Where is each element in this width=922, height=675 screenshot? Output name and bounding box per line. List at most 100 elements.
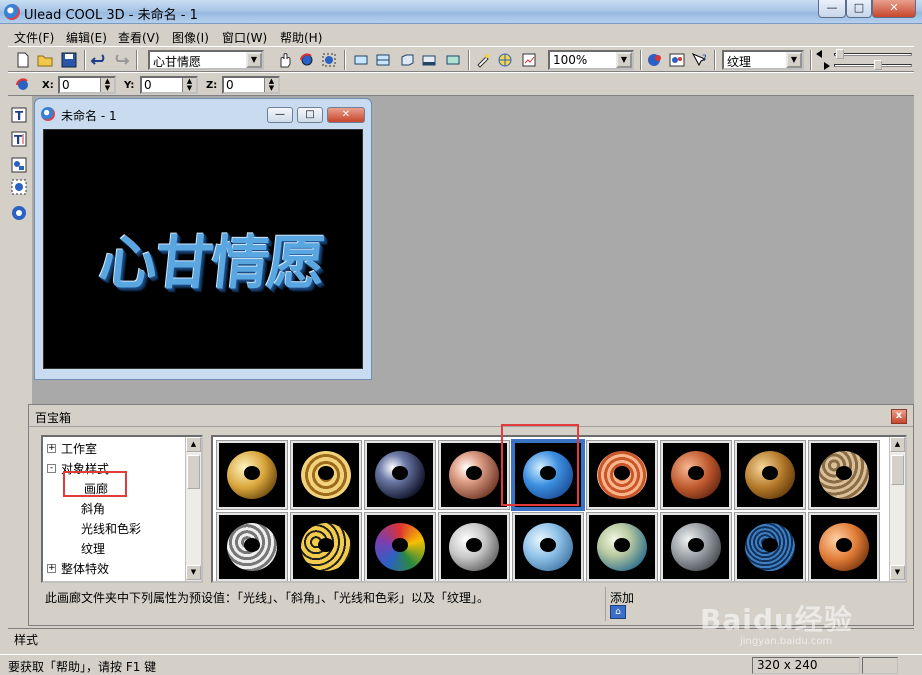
menu-window[interactable]: 窗口(W) xyxy=(222,29,267,46)
thumbnail-copper[interactable] xyxy=(438,440,510,510)
thumbnail-leopard[interactable] xyxy=(290,512,362,581)
watermark-url: jingyan.baidu.com xyxy=(740,636,833,647)
slider-thumb-bottom[interactable] xyxy=(874,60,882,70)
thumbnail-rainbow[interactable] xyxy=(364,512,436,581)
help-pointer-icon[interactable]: ? xyxy=(690,51,708,69)
background-icon[interactable] xyxy=(668,51,686,69)
add-to-library-icon[interactable]: ⌂ xyxy=(610,605,626,619)
chevron-down-icon: ▼ xyxy=(246,52,262,68)
chevron-down-icon: ▼ xyxy=(786,52,802,68)
spin-arrows-icon[interactable]: ▲ ▼ xyxy=(182,78,196,92)
close-button[interactable]: ✕ xyxy=(872,0,916,18)
preset-description: 此画廊文件夹中下列属性为预设值：「光线」、「斜角」、「光线和色彩」以及「纹理」。 xyxy=(45,591,490,605)
object-color-icon[interactable] xyxy=(646,51,664,69)
view-bottom-icon[interactable] xyxy=(420,51,438,69)
z-input[interactable]: 0 ▲ ▼ xyxy=(222,76,280,94)
thumbnail-steel-holes[interactable] xyxy=(216,512,288,581)
coordinate-toolbar: X: 0 ▲ ▼ Y: 0 ▲ ▼ Z: 0 ▲ ▼ xyxy=(8,72,914,96)
position-tool-icon[interactable] xyxy=(14,76,32,94)
menu-image[interactable]: 图像(I) xyxy=(172,29,209,46)
thumbnail-dark-chrome[interactable] xyxy=(364,440,436,510)
thumbnail-gold-ridged[interactable] xyxy=(290,440,362,510)
y-label: Y: xyxy=(124,80,135,91)
scroll-thumb[interactable] xyxy=(187,455,200,489)
new-file-icon[interactable] xyxy=(14,51,32,69)
menu-help[interactable]: 帮助(H) xyxy=(280,29,322,46)
select-object-icon[interactable] xyxy=(10,178,28,196)
panel-close-button[interactable]: x xyxy=(891,409,907,424)
thumbnail-sky-blue[interactable] xyxy=(512,512,584,581)
view-back-icon[interactable] xyxy=(444,51,462,69)
thumbnail-terracotta[interactable] xyxy=(660,440,732,510)
ring-preview-icon xyxy=(523,451,573,499)
scroll-down-icon[interactable]: ▼ xyxy=(890,565,905,580)
tree-item-texture[interactable]: 纹理 xyxy=(81,540,105,557)
tree-item-bevel[interactable]: 斜角 xyxy=(81,500,105,517)
styles-tab[interactable]: 样式 xyxy=(14,631,38,648)
text-object-select[interactable]: 心甘情愿 ▼ xyxy=(148,50,264,70)
thumbnail-orange-rings[interactable] xyxy=(586,440,658,510)
insert-shape-icon[interactable] xyxy=(10,156,28,174)
tree-item-gallery[interactable]: 画廊 xyxy=(81,480,111,497)
attribute-select[interactable]: 纹理 ▼ xyxy=(722,50,804,70)
tree-item-overall-effects[interactable]: 整体特效 xyxy=(61,560,109,577)
slider-track-bottom[interactable] xyxy=(834,64,912,67)
scroll-down-icon[interactable]: ▼ xyxy=(186,565,201,580)
rotate-object-icon[interactable] xyxy=(298,51,316,69)
menu-view[interactable]: 查看(V) xyxy=(118,29,160,46)
slider-track-top[interactable] xyxy=(834,53,912,56)
slider-thumb-top[interactable] xyxy=(836,49,844,59)
y-input[interactable]: 0 ▲ ▼ xyxy=(140,76,198,94)
tree-item-studio[interactable]: 工作室 xyxy=(61,440,97,457)
spin-arrows-icon[interactable]: ▲ ▼ xyxy=(100,78,114,92)
doc-maximize-button[interactable]: □ xyxy=(297,107,323,123)
globe-icon[interactable] xyxy=(496,51,514,69)
app-icon xyxy=(4,4,20,20)
thumbnail-silver[interactable] xyxy=(438,512,510,581)
maximize-button[interactable]: □ xyxy=(846,0,872,18)
hand-pan-icon[interactable] xyxy=(276,51,294,69)
view-front-icon[interactable] xyxy=(352,51,370,69)
menu-file[interactable]: 文件(F) xyxy=(14,29,54,46)
object-list-icon[interactable] xyxy=(10,204,28,222)
3d-text-object[interactable]: 心甘情愿 xyxy=(96,216,329,300)
minimize-button[interactable]: — xyxy=(818,0,846,18)
scroll-up-icon[interactable]: ▲ xyxy=(890,437,905,452)
size-object-icon[interactable] xyxy=(320,51,338,69)
tree-item-light-color[interactable]: 光线和色彩 xyxy=(81,520,141,537)
view-side-icon[interactable] xyxy=(398,51,416,69)
gallery-scrollbar[interactable]: ▲ ▼ xyxy=(889,437,905,581)
save-icon[interactable] xyxy=(60,51,78,69)
thumbnail-copper-plain[interactable] xyxy=(808,512,880,581)
x-input[interactable]: 0 ▲ ▼ xyxy=(58,76,116,94)
thumbnail-steel-bolt[interactable] xyxy=(660,512,732,581)
tree-scrollbar[interactable]: ▲ ▼ xyxy=(185,437,201,581)
undo-icon[interactable] xyxy=(90,51,108,69)
thumbnail-green-chrome[interactable] xyxy=(586,512,658,581)
thumbnail-gold-holes[interactable] xyxy=(734,440,806,510)
collapse-icon[interactable]: - xyxy=(47,464,56,473)
open-folder-icon[interactable] xyxy=(36,51,54,69)
thumbnail-bronze-dots[interactable] xyxy=(808,440,880,510)
insert-text-icon[interactable]: T xyxy=(10,106,28,124)
render-canvas[interactable]: 心甘情愿 xyxy=(43,129,363,369)
light-icon[interactable] xyxy=(474,51,492,69)
z-label: Z: xyxy=(206,80,218,91)
spin-arrows-icon[interactable]: ▲ ▼ xyxy=(264,78,278,92)
menu-edit[interactable]: 编辑(E) xyxy=(66,29,107,46)
chart-icon[interactable] xyxy=(520,51,538,69)
thumbnail-blue-dotted[interactable] xyxy=(734,512,806,581)
doc-minimize-button[interactable]: — xyxy=(267,107,293,123)
tree-item-object-style[interactable]: 对象样式 xyxy=(61,460,109,477)
redo-icon[interactable] xyxy=(112,51,130,69)
scroll-up-icon[interactable]: ▲ xyxy=(186,437,201,452)
thumbnail-blue-marble[interactable] xyxy=(511,439,585,511)
expand-icon[interactable]: + xyxy=(47,444,56,453)
view-top-icon[interactable] xyxy=(374,51,392,69)
zoom-select[interactable]: 100% ▼ xyxy=(548,50,634,70)
doc-close-button[interactable]: ✕ xyxy=(327,107,365,123)
scroll-thumb[interactable] xyxy=(891,455,904,485)
edit-text-icon[interactable]: T xyxy=(10,130,28,148)
expand-icon[interactable]: + xyxy=(47,564,56,573)
thumbnail-gold[interactable] xyxy=(216,440,288,510)
